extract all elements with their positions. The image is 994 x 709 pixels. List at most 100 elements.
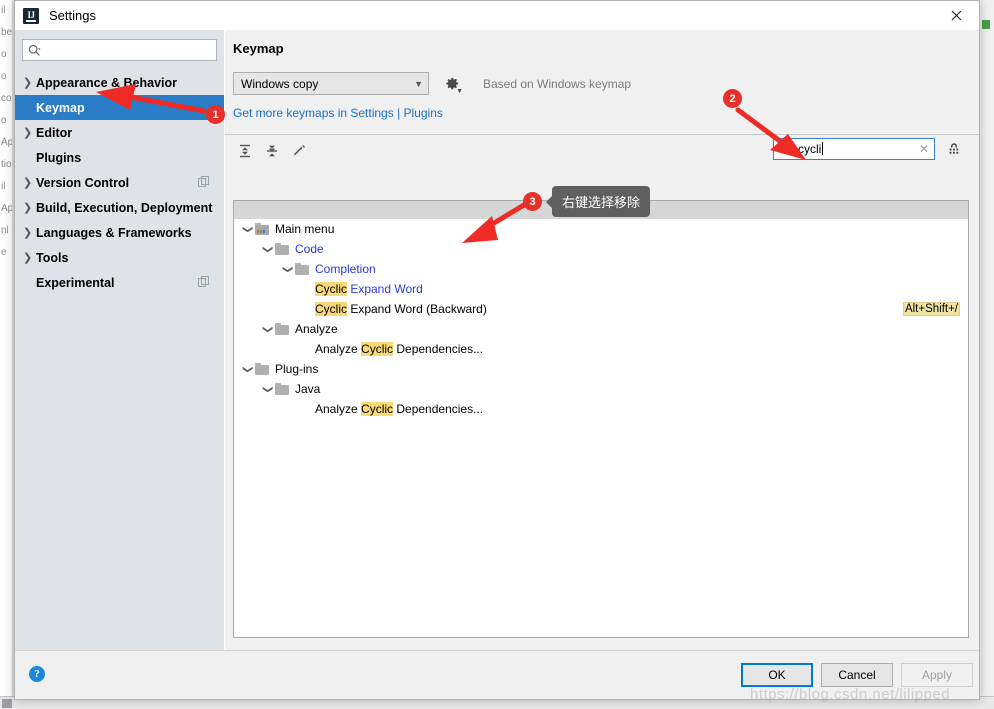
clear-x-icon[interactable]: ✕ — [914, 142, 934, 156]
expand-all-icon[interactable] — [233, 139, 257, 163]
tree-group-row[interactable]: ❯ Completion — [234, 259, 968, 279]
shortcut-badge: Alt+Shift+/ — [902, 302, 960, 316]
folder-icon — [295, 263, 310, 275]
chevron-right-icon: ❯ — [23, 177, 33, 189]
keymap-filter-value: cycli — [798, 142, 822, 156]
chevron-down-icon[interactable]: ❯ — [242, 362, 253, 377]
tree-node-label: Java — [295, 382, 321, 396]
cancel-button[interactable]: Cancel — [821, 663, 893, 687]
background-ide-tray-icon — [2, 699, 12, 708]
search-match-highlight: Cyclic — [315, 302, 347, 316]
background-ide-text-fragment: Ap — [1, 203, 12, 214]
tree-action-row[interactable]: Analyze Cyclic Dependencies... — [234, 339, 968, 359]
chevron-right-icon: ❯ — [23, 202, 33, 214]
tree-action-row[interactable]: Analyze Cyclic Dependencies... — [234, 399, 968, 419]
keymap-select-value: Windows copy — [241, 76, 319, 91]
annotation-badge-3: 3 — [523, 192, 542, 211]
collapse-all-icon[interactable] — [260, 139, 284, 163]
tree-node-label: Cyclic Expand Word — [315, 282, 423, 296]
background-ide-text-fragment: o — [1, 115, 7, 126]
watermark-text: https://blog.csdn.net/lilipped — [750, 686, 951, 703]
background-ide-text-fragment: Ap — [1, 137, 12, 148]
intellij-idea-icon: IJ — [23, 7, 39, 24]
chevron-right-icon: ❯ — [23, 252, 33, 264]
sidebar-item-keymap[interactable]: Keymap — [15, 95, 224, 120]
background-ide-right-edge — [980, 0, 994, 709]
chevron-down-icon[interactable]: ❯ — [262, 242, 273, 257]
chevron-down-icon: ▼ — [414, 78, 423, 89]
settings-dialog: IJ Settings ❯ Appearance & Behavior Keym… — [14, 0, 980, 700]
tree-action-row[interactable]: Cyclic Expand Word (Backward) Alt+Shift+/ — [234, 299, 968, 319]
ok-button[interactable]: OK — [741, 663, 813, 687]
keymap-filter-input[interactable]: cycli — [798, 142, 914, 156]
tree-group-row[interactable]: ❯ Code — [234, 239, 968, 259]
tree-group-row[interactable]: ❯ Analyze — [234, 319, 968, 339]
annotation-badge-1: 1 — [206, 105, 225, 124]
sidebar-item-plugins[interactable]: Plugins — [15, 145, 224, 170]
sidebar-item-label: Version Control — [36, 175, 130, 190]
help-question-icon[interactable]: ? — [29, 666, 45, 682]
background-ide-text-fragment: co — [1, 93, 12, 104]
settings-link[interactable]: Settings — [350, 106, 393, 120]
background-ide-sidebar-text: il be o o co o Ap tio il Ap nl e — [0, 0, 12, 709]
dialog-title: Settings — [49, 8, 96, 23]
chevron-right-icon: ❯ — [23, 127, 33, 139]
gear-icon[interactable]: ▼ — [443, 75, 463, 95]
tree-node-label: Analyze Cyclic Dependencies... — [315, 402, 484, 416]
apply-button[interactable]: Apply — [901, 663, 973, 687]
sidebar-search-box[interactable] — [22, 39, 217, 61]
search-icon — [774, 143, 798, 156]
chevron-right-icon: ❯ — [23, 77, 33, 89]
tree-group-row[interactable]: ❯ Plug-ins — [234, 359, 968, 379]
dialog-body: ❯ Appearance & Behavior Keymap ❯ Editor Plugi… — [15, 30, 979, 651]
sidebar-item-tools[interactable]: ❯ Tools — [15, 245, 224, 270]
keymap-actions-tree[interactable]: ❯ Main menu ❯ Code ❯ Completion Cyclic Expand … — [233, 200, 969, 638]
background-ide-text-fragment: tio — [1, 159, 12, 170]
folder-icon — [255, 363, 270, 375]
tree-node-label: Cyclic Expand Word (Backward) — [315, 302, 487, 316]
background-ide-text-fragment: be — [1, 27, 12, 38]
text-caret — [822, 142, 824, 155]
background-ide-text-fragment: il — [1, 5, 6, 16]
chevron-right-icon: ❯ — [23, 227, 33, 239]
tree-node-label: Analyze Cyclic Dependencies... — [315, 342, 484, 356]
plugins-link[interactable]: Plugins — [404, 106, 443, 120]
chevron-down-icon[interactable]: ❯ — [262, 382, 273, 397]
keymap-select[interactable]: Windows copy ▼ — [233, 72, 429, 95]
keyboard-shortcut-filter-icon[interactable] — [943, 139, 965, 159]
sidebar-item-languages-frameworks[interactable]: ❯ Languages & Frameworks — [15, 220, 224, 245]
search-match-highlight: Cyclic — [361, 402, 394, 416]
tree-action-row[interactable]: Cyclic Expand Word — [234, 279, 968, 299]
dialog-titlebar: IJ Settings — [15, 1, 979, 30]
sidebar-search-input[interactable] — [45, 43, 216, 57]
gear-dropdown-caret-icon: ▼ — [456, 87, 463, 95]
chevron-down-icon[interactable]: ❯ — [262, 322, 273, 337]
annotation-badge-2: 2 — [723, 89, 742, 108]
sidebar-item-label: Experimental — [36, 275, 115, 290]
chevron-down-icon[interactable]: ❯ — [282, 262, 293, 277]
sidebar-item-version-control[interactable]: ❯ Version Control — [15, 170, 224, 195]
background-ide-status-marker — [982, 20, 990, 29]
tree-node-label: Analyze — [295, 322, 338, 336]
settings-sidebar: ❯ Appearance & Behavior Keymap ❯ Editor Plugi… — [15, 30, 225, 651]
sidebar-item-label: Editor — [36, 125, 73, 140]
close-icon[interactable] — [933, 1, 979, 30]
keymap-toolbar: cycli ✕ — [233, 135, 969, 167]
tree-node-label: Code — [295, 242, 324, 256]
sidebar-item-build-execution-deployment[interactable]: ❯ Build, Execution, Deployment — [15, 195, 224, 220]
keymap-filter-box[interactable]: cycli ✕ — [773, 138, 935, 160]
background-ide-text-fragment: e — [1, 247, 7, 258]
sidebar-item-editor[interactable]: ❯ Editor — [15, 120, 224, 145]
sidebar-item-appearance-behavior[interactable]: ❯ Appearance & Behavior — [15, 70, 224, 95]
background-ide-text-fragment: o — [1, 71, 7, 82]
sidebar-item-experimental[interactable]: Experimental — [15, 270, 224, 295]
page-title: Keymap — [233, 41, 284, 56]
sidebar-item-label: Tools — [36, 250, 69, 265]
tree-group-row[interactable]: ❯ Java — [234, 379, 968, 399]
chevron-down-icon[interactable]: ❯ — [242, 222, 253, 237]
tree-node-label: Plug-ins — [275, 362, 319, 376]
get-more-keymaps-row: Get more keymaps in Settings | Plugins — [233, 106, 969, 120]
tree-group-row[interactable]: ❯ Main menu — [234, 219, 968, 239]
edit-pencil-icon[interactable] — [287, 139, 311, 163]
folder-icon — [275, 243, 290, 255]
